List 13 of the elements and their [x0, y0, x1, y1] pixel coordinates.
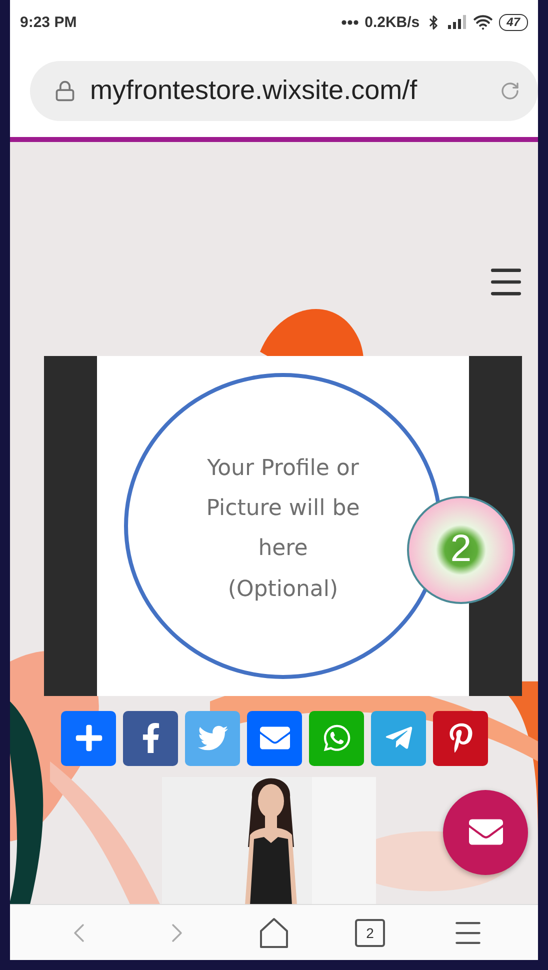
home-button[interactable] [259, 916, 289, 949]
wifi-icon [472, 12, 493, 32]
more-dots-icon [340, 20, 359, 25]
battery-level: 47 [498, 14, 528, 31]
home-icon [259, 916, 289, 949]
signal-icon [446, 15, 467, 30]
tabs-button[interactable]: 2 [355, 918, 385, 947]
network-speed: 0.2KB/s [364, 14, 420, 31]
lock-icon [54, 80, 76, 102]
url-text: myfrontestore.wixsite.com/f [90, 75, 418, 106]
status-time: 9:23 PM [20, 14, 78, 31]
reload-icon[interactable] [500, 80, 520, 101]
address-bar[interactable]: myfrontestore.wixsite.com/f [30, 60, 538, 121]
